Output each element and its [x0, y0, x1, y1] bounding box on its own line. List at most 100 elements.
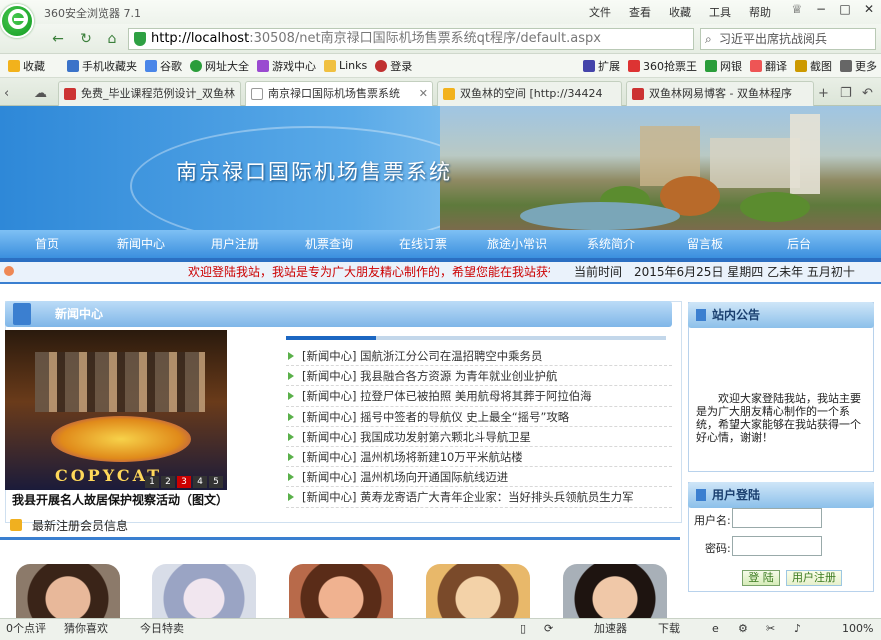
arrow-icon: [288, 352, 294, 360]
nav-travel-tips[interactable]: 旅途小常识: [470, 230, 564, 258]
bookmarks-bar: 收藏 手机收藏夹 谷歌 网址大全 游戏中心 Links 登录 扩展 360抢票王…: [0, 54, 881, 78]
skin-icon[interactable]: ♕: [785, 0, 809, 20]
username-field[interactable]: [732, 508, 822, 528]
bookmark-translate[interactable]: 翻译: [750, 58, 787, 74]
user-icon: [696, 489, 706, 501]
undo-icon[interactable]: ↶: [862, 86, 873, 101]
nav-admin[interactable]: 后台: [752, 230, 846, 258]
settings-icon[interactable]: ⚙: [738, 619, 748, 639]
pager-3[interactable]: 3: [177, 476, 191, 488]
notice-header: 站内公告: [688, 302, 874, 328]
tab-free-course[interactable]: 免费_毕业课程范例设计_双鱼林: [58, 81, 241, 106]
site-nav: 首页 新闻中心 用户注册 机票查询 在线订票 旅途小常识 系统简介 留言板 后台: [0, 230, 881, 258]
puzzle-icon: [583, 60, 595, 72]
home-icon[interactable]: ⌂: [102, 29, 122, 49]
daily-deals[interactable]: 今日特卖: [140, 619, 184, 639]
guess-you-like[interactable]: 猜你喜欢: [64, 619, 108, 639]
news-divider: [286, 336, 666, 340]
pager-1[interactable]: 1: [145, 476, 159, 488]
screenshot-icon[interactable]: ✂: [766, 619, 775, 639]
arrow-icon: [288, 473, 294, 482]
member-avatar[interactable]: [152, 564, 256, 622]
downloads[interactable]: 下载: [658, 619, 680, 639]
cloud-icon[interactable]: ☁: [34, 86, 47, 101]
pager-5[interactable]: 5: [209, 476, 223, 488]
accelerator[interactable]: 加速器: [594, 619, 627, 639]
minimize-icon[interactable]: −: [809, 0, 833, 20]
back-icon[interactable]: ←: [48, 29, 68, 49]
news-item[interactable]: [新闻中心] 温州机场将新建10万平米航站楼: [286, 447, 672, 468]
password-field[interactable]: [732, 536, 822, 556]
nav-news[interactable]: 新闻中心: [94, 230, 188, 258]
tab-airport-system[interactable]: 南京禄口国际机场售票系统 ✕: [245, 81, 433, 107]
ticker-bar: 欢迎登陆我站，我站是专为广大朋友精心制作的，希望您能在我站获得 当前时间 201…: [0, 262, 881, 284]
bookmark-links[interactable]: Links: [324, 59, 367, 72]
register-button[interactable]: 用户注册: [786, 570, 842, 586]
maximize-icon[interactable]: □: [833, 0, 857, 20]
news-item[interactable]: [新闻中心] 我县融合各方资源 为青年就业创业护航: [286, 366, 672, 387]
nav-guestbook[interactable]: 留言板: [658, 230, 752, 258]
menu-favorites[interactable]: 收藏: [669, 4, 691, 20]
news-item[interactable]: [新闻中心] 我国成功发射第六颗北斗导航卫星: [286, 427, 672, 447]
bookmark-google[interactable]: 谷歌: [145, 58, 182, 74]
slideshow-caption[interactable]: 我县开展名人故居保护视察活动（图文）: [12, 491, 228, 508]
bookmark-bank[interactable]: 网银: [705, 58, 742, 74]
menu-help[interactable]: 帮助: [749, 4, 771, 20]
nav-booking[interactable]: 在线订票: [376, 230, 470, 258]
ie-mode-icon[interactable]: e: [712, 619, 719, 639]
tab-list-icon[interactable]: ❐: [840, 86, 852, 101]
members-heading: 最新注册会员信息: [10, 517, 128, 534]
news-item[interactable]: [新闻中心] 黄寿龙寄语广大青年企业家：当好排头兵领航员生力军: [286, 487, 672, 508]
browser-statusbar: 0个点评 猜你喜欢 今日特卖 ▯ ⟳ 加速器 下载 e ⚙ ✂ ♪ 100%: [0, 618, 881, 640]
bookmark-sites[interactable]: 网址大全: [190, 58, 249, 74]
menu-view[interactable]: 查看: [629, 4, 651, 20]
new-tab-icon[interactable]: +: [818, 86, 829, 101]
arrow-icon: [288, 412, 294, 421]
member-avatar[interactable]: [289, 564, 393, 622]
news-slideshow[interactable]: COPYCAT 1 2 3 4 5: [5, 330, 227, 490]
pager-2[interactable]: 2: [161, 476, 175, 488]
login-button[interactable]: 登 陆: [742, 570, 780, 586]
bookmark-extensions[interactable]: 扩展: [583, 58, 620, 74]
bookmark-games[interactable]: 游戏中心: [257, 58, 316, 74]
bookmark-screenshot[interactable]: 截图: [795, 58, 832, 74]
member-avatar[interactable]: [563, 564, 667, 622]
star-icon: [443, 88, 455, 100]
translate-icon: [750, 60, 762, 72]
bookmark-login[interactable]: 登录: [375, 58, 412, 74]
medal-icon: [10, 519, 22, 531]
volume-icon[interactable]: ♪: [794, 619, 801, 639]
member-avatar[interactable]: [16, 564, 120, 622]
news-item[interactable]: [新闻中心] 温州机场向开通国际航线迈进: [286, 467, 672, 488]
refresh-icon[interactable]: ↻: [76, 29, 96, 49]
tab-space[interactable]: 双鱼林的空间 [http://34424: [437, 81, 622, 106]
zoom-level[interactable]: 100%: [842, 619, 873, 639]
bookmark-ticket[interactable]: 360抢票王: [628, 58, 697, 74]
refresh-icon[interactable]: ⟳: [544, 619, 553, 639]
browser-logo-icon[interactable]: [0, 4, 34, 38]
nav-home[interactable]: 首页: [0, 230, 94, 258]
pager-4[interactable]: 4: [193, 476, 207, 488]
tab-scroll-left-icon[interactable]: ‹: [4, 86, 9, 101]
login-title: 用户登陆: [712, 488, 761, 502]
phone-icon[interactable]: ▯: [520, 619, 526, 639]
nav-about[interactable]: 系统简介: [564, 230, 658, 258]
bookmark-favorites[interactable]: 收藏: [8, 58, 45, 74]
news-item[interactable]: [新闻中心] 拉登尸体已被拍照 美用航母将其葬于阿拉伯海: [286, 386, 672, 407]
menu-file[interactable]: 文件: [589, 4, 611, 20]
comment-count[interactable]: 0个点评: [6, 619, 46, 639]
tab-blog[interactable]: 双鱼林网易博客 - 双鱼林程序: [626, 81, 814, 106]
nav-register[interactable]: 用户注册: [188, 230, 282, 258]
tab-close-icon[interactable]: ✕: [419, 82, 428, 105]
more-icon: [840, 60, 852, 72]
search-input[interactable]: 习近平出席抗战阅兵: [700, 28, 876, 50]
menu-tools[interactable]: 工具: [709, 4, 731, 20]
news-item[interactable]: [新闻中心] 摇号中签者的导航仪 史上最全“摇号”攻略: [286, 407, 672, 427]
member-avatar[interactable]: [426, 564, 530, 622]
nav-flight-search[interactable]: 机票查询: [282, 230, 376, 258]
bookmark-mobile[interactable]: 手机收藏夹: [67, 58, 137, 74]
address-bar[interactable]: http://localhost:30508/net南京禄口国际机场售票系统qt…: [128, 28, 694, 50]
bookmark-more[interactable]: 更多: [840, 58, 877, 74]
news-item[interactable]: [新闻中心] 国航浙江分公司在温招聘空中乘务员: [286, 346, 672, 367]
close-icon[interactable]: ✕: [857, 0, 881, 20]
